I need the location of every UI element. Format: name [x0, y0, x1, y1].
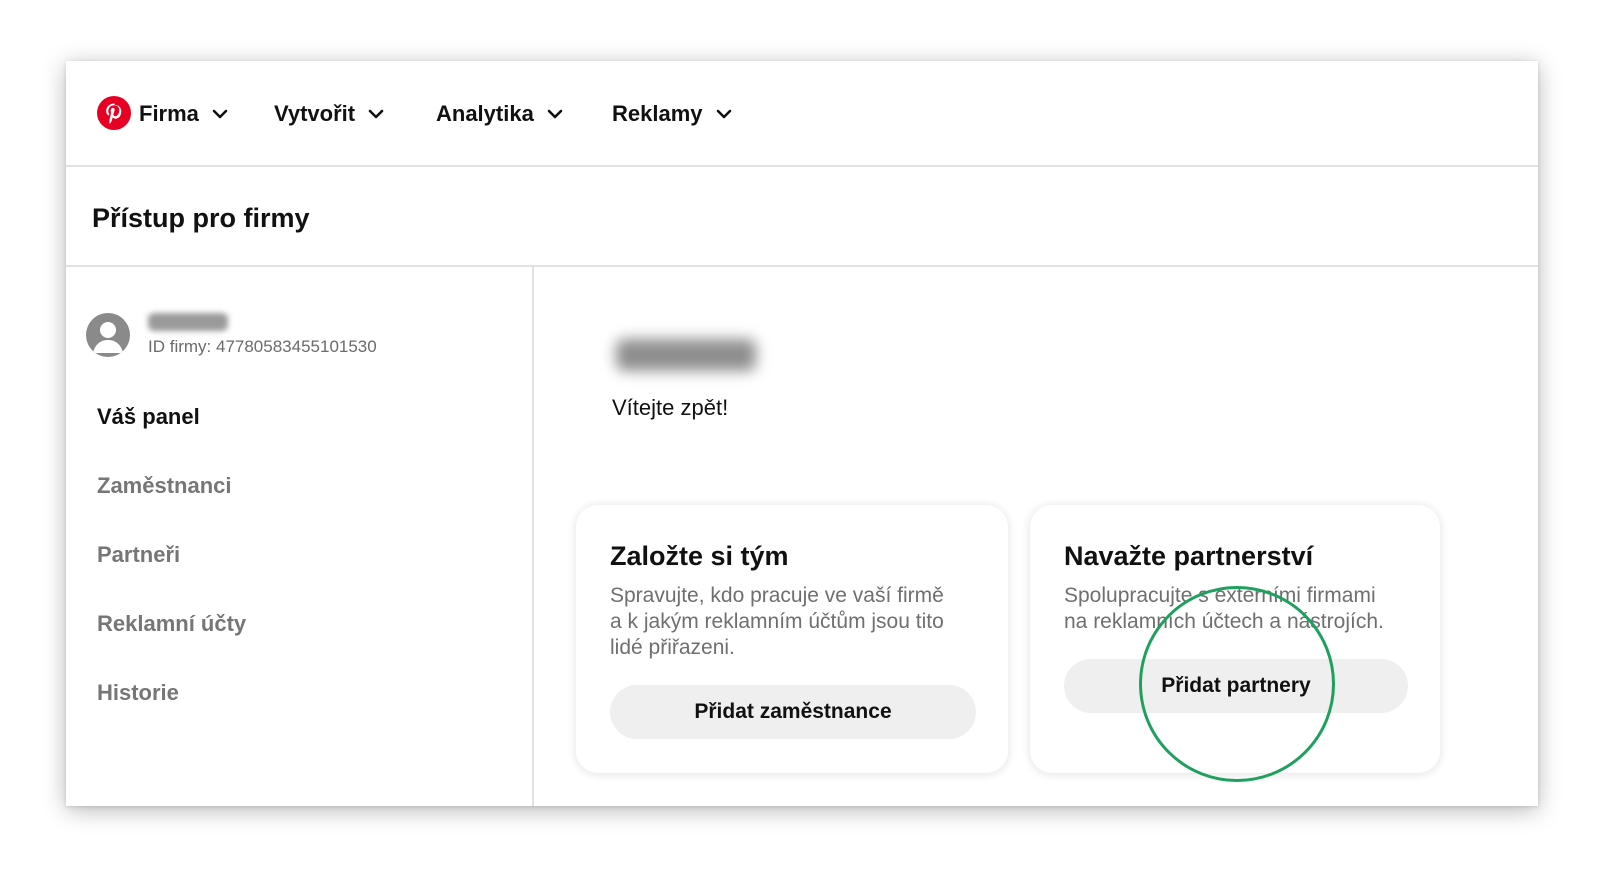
sidebar-item-partners[interactable]: Partneři — [97, 542, 180, 568]
partnership-card-desc-line: na reklamních účtech a nástrojích. — [1064, 610, 1384, 633]
partnership-card: Navažte partnerství Spolupracujte s exte… — [1030, 505, 1440, 773]
sidebar: ID firmy: 477805834551015​30 Váš panel Z… — [66, 267, 534, 806]
partnership-card-title: Navažte partnerství — [1064, 541, 1314, 571]
sidebar-item-panel[interactable]: Váš panel — [97, 404, 200, 430]
nav-firma-label: Firma — [139, 101, 199, 126]
main-content: Vítejte zpět! Založte si tým Spravujte, … — [536, 267, 1538, 806]
greeting-name-blurred — [616, 339, 756, 371]
avatar — [86, 313, 130, 357]
chevron-down-icon — [547, 109, 563, 119]
nav-reklamy[interactable]: Reklamy — [612, 94, 733, 134]
chevron-down-icon — [212, 109, 228, 119]
partnership-card-description: Spolupracujte s externími firmami na rek… — [1064, 583, 1384, 635]
business-access-window: Firma Vytvořit Analytika Reklamy Přístup… — [66, 61, 1538, 806]
nav-vytvorit-label: Vytvořit — [274, 101, 356, 126]
sidebar-item-history[interactable]: Historie — [97, 680, 179, 706]
welcome-text: Vítejte zpět! — [612, 395, 729, 420]
sidebar-item-employees[interactable]: Zaměstnanci — [97, 473, 232, 499]
sidebar-item-ad-accounts[interactable]: Reklamní účty — [97, 611, 246, 637]
business-id: ID firmy: 477805834551015​30 — [148, 337, 377, 356]
team-card: Založte si tým Spravujte, kdo pracuje ve… — [576, 505, 1008, 773]
add-employees-button-label: Přidat zaměstnance — [694, 700, 892, 723]
partnership-card-desc-line: Spolupracujte s externími firmami — [1064, 584, 1376, 607]
add-partners-button-label: Přidat partnery — [1161, 674, 1311, 697]
add-partners-button[interactable]: Přidat partnery — [1064, 659, 1408, 713]
nav-firma[interactable]: Firma — [139, 94, 229, 134]
page-header: Přístup pro firmy — [66, 167, 1538, 267]
chevron-down-icon — [368, 109, 384, 119]
team-card-desc-line: a k jakým reklamním účtům jsou tito — [610, 610, 944, 633]
user-icon — [93, 322, 123, 353]
chevron-down-icon — [716, 109, 731, 119]
pinterest-logo-icon[interactable] — [97, 96, 131, 130]
team-card-title: Založte si tým — [610, 541, 789, 571]
nav-analytika-label: Analytika — [436, 101, 534, 126]
business-name-blurred — [148, 313, 228, 331]
top-navigation: Firma Vytvořit Analytika Reklamy — [66, 61, 1538, 167]
page-title: Přístup pro firmy — [92, 203, 310, 233]
nav-vytvorit[interactable]: Vytvořit — [274, 94, 385, 134]
add-employees-button[interactable]: Přidat zaměstnance — [610, 685, 976, 739]
team-card-description: Spravujte, kdo pracuje ve vaší firmě a k… — [610, 583, 944, 661]
team-card-desc-line: Spravujte, kdo pracuje ve vaší firmě — [610, 584, 944, 607]
nav-analytika[interactable]: Analytika — [436, 94, 564, 134]
team-card-desc-line: lidé přiřazeni. — [610, 636, 735, 659]
nav-reklamy-label: Reklamy — [612, 101, 703, 126]
